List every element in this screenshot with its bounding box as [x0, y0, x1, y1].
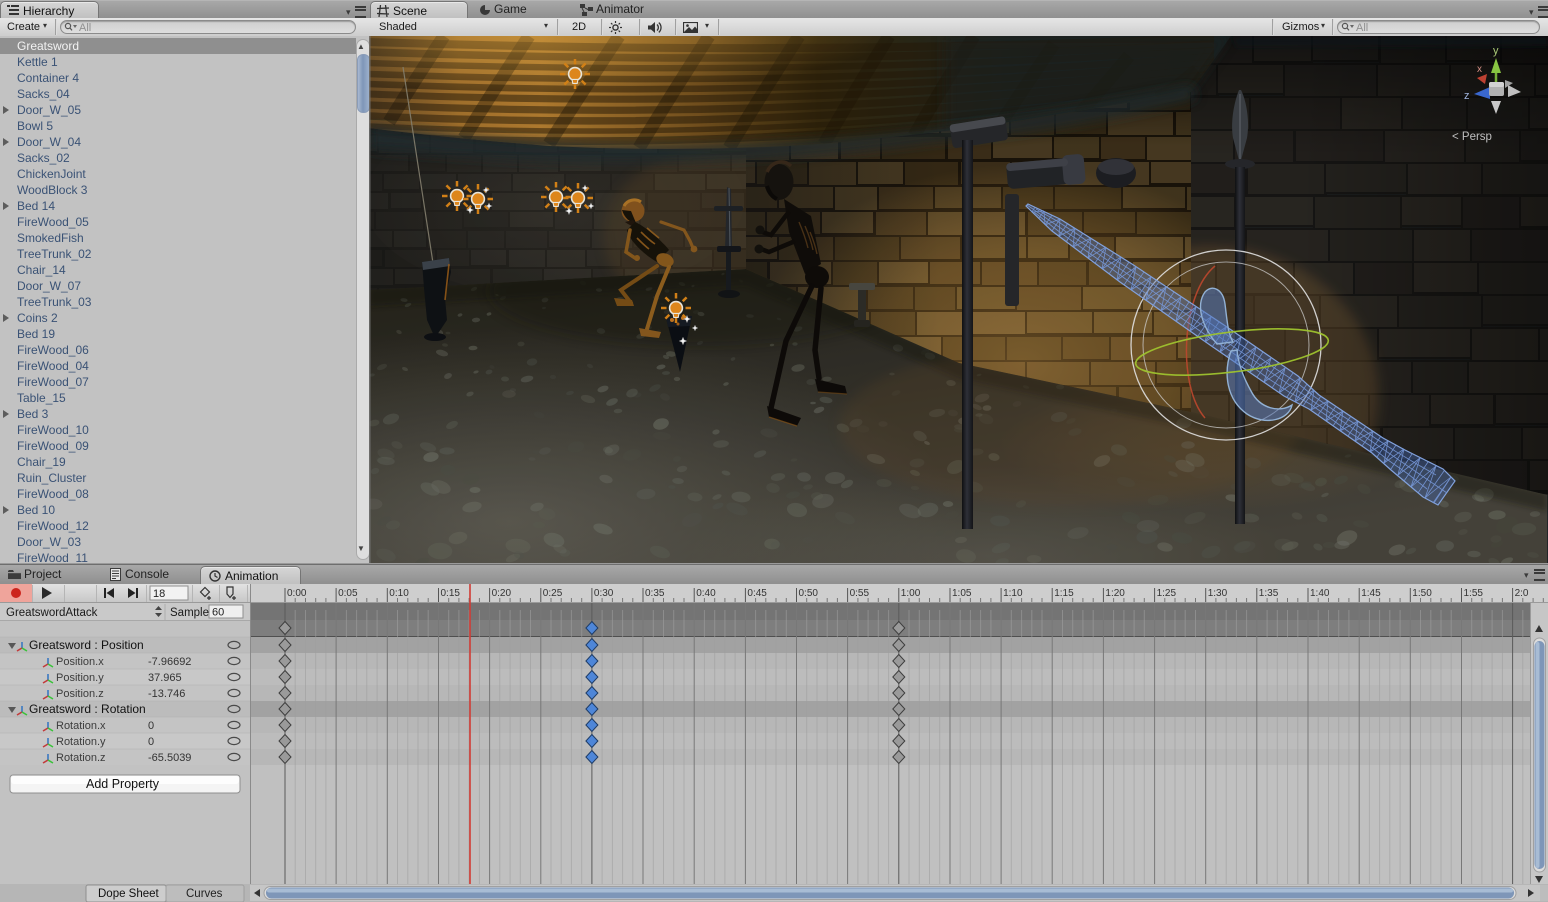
svg-text:Rotation.x: Rotation.x [56, 720, 106, 732]
svg-text:0: 0 [148, 720, 154, 732]
svg-text:60: 60 [212, 607, 224, 619]
svg-text:1:40: 1:40 [1310, 588, 1330, 599]
svg-text:-13.746: -13.746 [148, 688, 185, 700]
svg-text:1:05: 1:05 [952, 588, 972, 599]
svg-text:0:15: 0:15 [441, 588, 461, 599]
svg-text:Greatsword : Rotation: Greatsword : Rotation [29, 702, 146, 716]
svg-text:0:40: 0:40 [696, 588, 716, 599]
svg-text:Dope Sheet: Dope Sheet [98, 888, 160, 900]
svg-text:1:55: 1:55 [1464, 588, 1484, 599]
svg-text:0:00: 0:00 [287, 588, 307, 599]
svg-text:Rotation.z: Rotation.z [56, 752, 106, 764]
svg-text:0:25: 0:25 [543, 588, 563, 599]
svg-text:1:25: 1:25 [1157, 588, 1177, 599]
svg-text:37.965: 37.965 [148, 672, 182, 684]
svg-text:-65.5039: -65.5039 [148, 752, 191, 764]
svg-text:GreatswordAttack: GreatswordAttack [6, 607, 98, 619]
svg-text:Curves: Curves [186, 888, 223, 900]
svg-text:0:45: 0:45 [747, 588, 767, 599]
svg-text:0:20: 0:20 [492, 588, 512, 599]
svg-text:0:50: 0:50 [799, 588, 819, 599]
svg-text:2:0: 2:0 [1515, 588, 1529, 599]
svg-text:1:00: 1:00 [901, 588, 921, 599]
svg-text:Add Property: Add Property [86, 777, 160, 791]
svg-text:1:20: 1:20 [1105, 588, 1125, 599]
svg-text:Samples: Samples [170, 607, 215, 619]
svg-text:18: 18 [153, 588, 165, 600]
svg-text:0:10: 0:10 [389, 588, 409, 599]
svg-text:Position.x: Position.x [56, 656, 104, 668]
svg-text:Position.z: Position.z [56, 688, 104, 700]
svg-text:1:50: 1:50 [1412, 588, 1432, 599]
svg-text:-7.96692: -7.96692 [148, 656, 191, 668]
svg-text:0:35: 0:35 [645, 588, 665, 599]
svg-text:0: 0 [148, 736, 154, 748]
svg-text:1:45: 1:45 [1361, 588, 1381, 599]
svg-text:Rotation.y: Rotation.y [56, 736, 106, 748]
svg-text:1:35: 1:35 [1259, 588, 1279, 599]
svg-text:1:15: 1:15 [1054, 588, 1074, 599]
svg-text:1:30: 1:30 [1208, 588, 1228, 599]
svg-text:Position.y: Position.y [56, 672, 104, 684]
svg-text:0:30: 0:30 [594, 588, 614, 599]
svg-text:1:10: 1:10 [1003, 588, 1023, 599]
svg-text:0:05: 0:05 [338, 588, 358, 599]
svg-text:0:55: 0:55 [850, 588, 870, 599]
svg-text:Greatsword : Position: Greatsword : Position [29, 638, 144, 652]
